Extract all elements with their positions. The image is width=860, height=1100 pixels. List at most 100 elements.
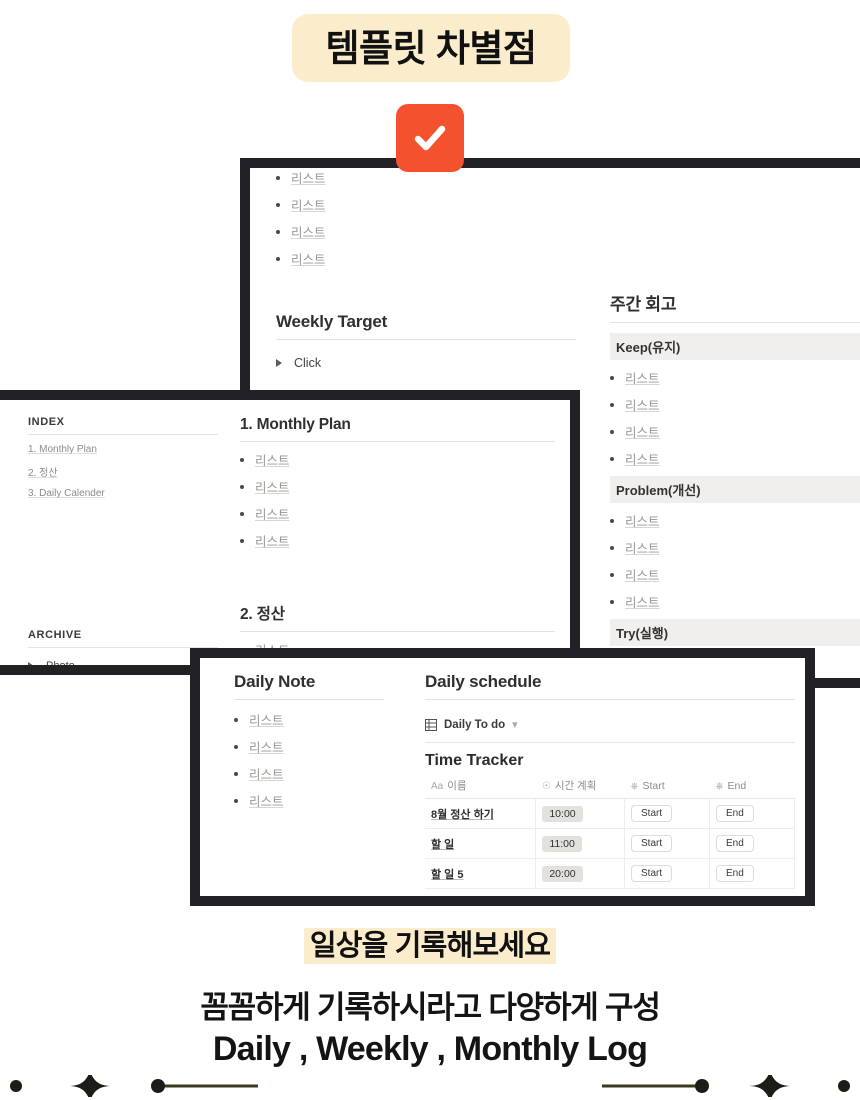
- archive-item-label: Photo: [46, 660, 75, 665]
- cell-start[interactable]: Start: [624, 828, 710, 859]
- list-item[interactable]: 리스트: [610, 449, 860, 468]
- divider: [240, 441, 555, 442]
- index-panel: INDEX 1. Monthly Plan 2. 정산 3. Daily Cal…: [0, 390, 580, 675]
- end-button[interactable]: End: [716, 865, 754, 882]
- end-button[interactable]: End: [716, 835, 754, 852]
- cell-name[interactable]: 8월 정산 하기: [425, 798, 537, 829]
- weekly-target-title: Weekly Target: [276, 312, 388, 331]
- monthly-plan-title: 1. Monthly Plan: [240, 416, 351, 433]
- problem-list: 리스트 리스트 리스트 리스트: [610, 511, 860, 611]
- list-item[interactable]: 리스트: [276, 222, 576, 241]
- try-band: Try(실행): [610, 619, 860, 646]
- list-item[interactable]: 리스트: [610, 395, 860, 414]
- cell-start[interactable]: Start: [624, 798, 710, 829]
- keep-list: 리스트 리스트 리스트 리스트: [610, 368, 860, 468]
- time-pill: 11:00: [542, 835, 582, 852]
- poster-root: 템플릿 차별점 리스트 리스트 리스트 리스트 Weekly Target Cl…: [0, 0, 860, 1100]
- clock-icon: ☉: [541, 781, 551, 792]
- cell-name[interactable]: 할 일: [425, 828, 537, 859]
- bullet-dot: [276, 202, 280, 207]
- index-link-daily-calender[interactable]: 3. Daily Calender: [28, 488, 218, 499]
- aa-text-icon: Aa: [431, 781, 444, 792]
- daily-todo-database-link[interactable]: Daily To do ▾: [425, 718, 795, 731]
- list-item[interactable]: 리스트: [610, 538, 860, 557]
- list-item[interactable]: 리스트: [610, 422, 860, 441]
- list-item[interactable]: 리스트: [276, 249, 576, 268]
- settlement-title: 2. 정산: [240, 606, 285, 623]
- diamond-divider-icon-right: [602, 1071, 860, 1100]
- bullet-dot: [610, 599, 614, 604]
- cell-start[interactable]: Start: [624, 858, 710, 889]
- cell-name[interactable]: 할 일 5: [425, 858, 537, 889]
- weekly-left-column: 리스트 리스트 리스트 리스트 Weekly Target Click: [276, 168, 576, 379]
- time-pill: 20:00: [542, 865, 583, 882]
- table-row[interactable]: 할 일 11:00 Start End: [425, 828, 795, 859]
- divider: [28, 434, 218, 435]
- footer-caption-line3: Daily , Weekly , Monthly Log: [212, 1030, 648, 1068]
- bullet-dot: [234, 744, 238, 749]
- list-item[interactable]: 리스트: [234, 710, 384, 729]
- column-header-end[interactable]: ⎈ End: [709, 775, 795, 799]
- list-item[interactable]: 리스트: [610, 592, 860, 611]
- bullet-dot: [276, 256, 280, 261]
- bullet-dot: [234, 717, 238, 722]
- bullet-dot: [234, 798, 238, 803]
- check-mark-icon: [396, 104, 464, 172]
- list-item[interactable]: 리스트: [610, 565, 860, 584]
- cell-end[interactable]: End: [709, 828, 795, 859]
- list-item[interactable]: 리스트: [234, 737, 384, 756]
- start-button[interactable]: Start: [631, 835, 673, 852]
- keep-band: Keep(유지): [610, 333, 860, 360]
- cell-time[interactable]: 10:00: [535, 798, 626, 829]
- bullet-dot: [610, 402, 614, 407]
- list-item[interactable]: 리스트: [276, 195, 576, 214]
- table-row[interactable]: 8월 정산 하기 10:00 Start End: [425, 798, 795, 829]
- bullet-dot: [240, 484, 244, 489]
- index-link-settlement[interactable]: 2. 정산: [28, 464, 218, 479]
- list-item[interactable]: 리스트: [240, 450, 555, 469]
- list-item[interactable]: 리스트: [234, 764, 384, 783]
- divider: [276, 339, 576, 340]
- table-row[interactable]: 할 일 5 20:00 Start End: [425, 858, 795, 889]
- bullet-dot: [610, 375, 614, 380]
- cell-time[interactable]: 20:00: [535, 858, 626, 889]
- weekly-top-bullets: 리스트 리스트 리스트 리스트: [276, 168, 576, 268]
- bullet-dot: [276, 229, 280, 234]
- list-item[interactable]: 리스트: [240, 477, 555, 496]
- index-link-monthly-plan[interactable]: 1. Monthly Plan: [28, 444, 218, 455]
- button-icon: ⎈: [715, 780, 724, 792]
- bullet-dot: [610, 456, 614, 461]
- table-grid-icon: [425, 718, 437, 731]
- start-button[interactable]: Start: [631, 805, 673, 822]
- divider: [240, 631, 555, 632]
- cell-time[interactable]: 11:00: [535, 828, 626, 859]
- list-item[interactable]: 리스트: [610, 511, 860, 530]
- daily-note-list: 리스트 리스트 리스트 리스트: [234, 710, 384, 810]
- list-item[interactable]: 리스트: [240, 531, 555, 550]
- chevron-down-icon: ▾: [512, 719, 518, 731]
- list-item[interactable]: 리스트: [234, 791, 384, 810]
- start-button[interactable]: Start: [631, 865, 673, 882]
- bullet-dot: [610, 429, 614, 434]
- list-item[interactable]: 리스트: [610, 368, 860, 387]
- index-main-column: 1. Monthly Plan 리스트 리스트 리스트 리스트 2. 정산 리스…: [240, 416, 555, 665]
- diamond-divider-icon-left: [0, 1071, 258, 1100]
- list-item[interactable]: 리스트: [240, 504, 555, 523]
- weekly-target-toggle[interactable]: Click: [276, 356, 576, 370]
- index-sidebar: INDEX 1. Monthly Plan 2. 정산 3. Daily Cal…: [28, 416, 218, 665]
- hero-badge: 템플릿 차별점: [292, 14, 570, 82]
- divider: [610, 322, 860, 323]
- end-button[interactable]: End: [716, 805, 754, 822]
- column-header-start[interactable]: ⎈ Start: [624, 775, 710, 799]
- divider: [425, 742, 795, 743]
- monthly-plan-list: 리스트 리스트 리스트 리스트: [240, 450, 555, 550]
- cell-end[interactable]: End: [709, 798, 795, 829]
- bullet-dot: [276, 175, 280, 180]
- daily-note-title: Daily Note: [234, 672, 316, 691]
- cell-end[interactable]: End: [709, 858, 795, 889]
- column-header-name[interactable]: Aa 이름: [425, 775, 536, 799]
- divider: [234, 699, 384, 700]
- footer-caption-highlight: 일상을 기록해보세요: [0, 922, 860, 964]
- column-header-time-plan[interactable]: ☉ 시간 계획: [535, 775, 625, 799]
- time-pill: 10:00: [542, 805, 583, 822]
